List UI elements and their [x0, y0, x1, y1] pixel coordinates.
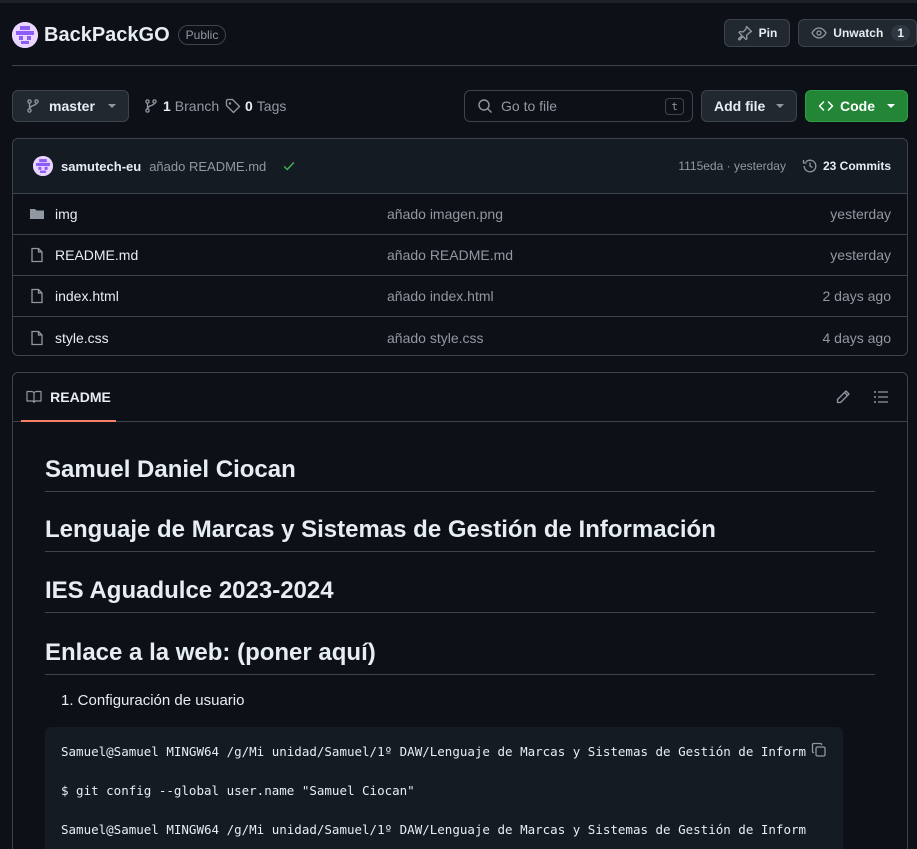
tags-link[interactable]: 0 Tags: [225, 90, 286, 122]
tag-count-label: Tags: [256, 98, 287, 114]
repo-name[interactable]: BackPackGO: [44, 24, 170, 47]
go-to-file-placeholder: Go to file: [501, 98, 558, 114]
chevron-down-icon: [776, 104, 784, 108]
git-branch-icon: [145, 99, 157, 113]
commit-author[interactable]: samutech-eu: [61, 159, 141, 174]
unwatch-button[interactable]: Unwatch 1: [798, 19, 917, 47]
commit-meta: 1115eda · yesterday 23 Commits: [678, 158, 891, 174]
pencil-icon[interactable]: [835, 389, 851, 405]
readme-tab-label: README: [50, 388, 111, 405]
pin-label: Pin: [758, 26, 778, 40]
code-block: Samuel@Samuel MINGW64 /g/Mi unidad/Samue…: [45, 727, 843, 849]
file-date: 4 days ago: [822, 329, 892, 346]
file-name[interactable]: index.html: [55, 288, 387, 304]
pin-icon: [737, 25, 752, 41]
chevron-down-icon: [108, 104, 116, 108]
book-icon: [26, 390, 42, 403]
readme-heading: Samuel Daniel Ciocan: [45, 456, 875, 492]
commits-link[interactable]: 23 Commits: [802, 158, 891, 174]
tab-readme[interactable]: README: [21, 373, 116, 422]
check-icon[interactable]: [282, 159, 296, 173]
header-divider: [12, 65, 917, 66]
file-row[interactable]: img añado imagen.png yesterday: [13, 194, 907, 235]
readme-panel: README Samuel Daniel Ciocan Lenguaje de …: [12, 372, 908, 849]
tag-icon: [225, 98, 241, 114]
file-table: samutech-eu añado README.md 1115eda · ye…: [12, 138, 908, 356]
file-row[interactable]: index.html añado index.html 2 days ago: [13, 276, 907, 317]
keyboard-shortcut-hint: t: [665, 97, 684, 115]
code-line: Samuel@Samuel MINGW64 /g/Mi unidad/Samue…: [61, 822, 807, 837]
readme-content: Samuel Daniel Ciocan Lenguaje de Marcas …: [13, 456, 907, 709]
outline-list-icon[interactable]: [873, 389, 889, 405]
watch-counter: 1: [891, 25, 910, 41]
file-date: 2 days ago: [822, 288, 892, 304]
commits-count-label: 23 Commits: [822, 159, 891, 173]
code-line: Samuel@Samuel MINGW64 /g/Mi unidad/Samue…: [61, 744, 807, 759]
file-commit-message[interactable]: añado style.css: [387, 330, 823, 346]
file-icon: [29, 330, 45, 346]
repo-header: BackPackGO Public Pin Unwatch 1: [12, 18, 917, 52]
file-icon: [29, 247, 45, 263]
file-commit-message[interactable]: añado index.html: [387, 288, 823, 304]
header-actions: Pin Unwatch 1: [723, 19, 917, 47]
branches-link[interactable]: 1 Branch: [143, 90, 219, 122]
chevron-down-icon: [887, 104, 895, 108]
branch-name: master: [49, 98, 95, 114]
readme-heading: Enlace a la web: (poner aquí): [45, 639, 875, 675]
code-line: $ git config --global user.name "Samuel …: [61, 783, 415, 798]
search-icon: [478, 99, 492, 113]
commit-hash-time[interactable]: 1115eda · yesterday: [678, 159, 786, 173]
add-file-label: Add file: [714, 98, 766, 114]
go-to-file-input[interactable]: Go to file t: [464, 90, 693, 122]
git-branch-icon: [27, 99, 39, 113]
file-row[interactable]: README.md añado README.md yesterday: [13, 235, 907, 276]
branch-select-button[interactable]: master: [12, 90, 129, 122]
visibility-badge: Public: [177, 25, 227, 45]
readme-header: README: [13, 373, 907, 422]
add-file-button[interactable]: Add file: [701, 90, 797, 122]
ordered-list-item: 1. Configuración de usuario: [61, 692, 245, 709]
file-commit-message[interactable]: añado README.md: [387, 247, 830, 263]
branch-count: 1: [163, 98, 171, 114]
code-icon: [818, 101, 834, 111]
commit-message[interactable]: añado README.md: [149, 159, 266, 174]
repo-toolbar: master 1 Branch 0 Tags Go to file t Add …: [12, 90, 908, 122]
unwatch-label: Unwatch: [833, 26, 884, 40]
file-commit-message[interactable]: añado imagen.png: [387, 206, 830, 222]
history-icon: [802, 159, 817, 173]
file-name[interactable]: style.css: [55, 330, 387, 346]
readme-actions: [835, 389, 889, 405]
copy-icon[interactable]: [809, 740, 829, 760]
tag-count: 0: [245, 98, 253, 114]
file-name[interactable]: img: [55, 206, 387, 222]
author-avatar[interactable]: [33, 156, 53, 176]
readme-heading: IES Aguadulce 2023-2024: [45, 577, 875, 613]
code-label: Code: [840, 98, 875, 114]
branch-count-label: Branch: [174, 98, 220, 114]
latest-commit-bar: samutech-eu añado README.md 1115eda · ye…: [13, 139, 907, 194]
file-name[interactable]: README.md: [55, 247, 387, 263]
folder-icon: [29, 206, 45, 222]
eye-icon: [811, 27, 828, 39]
readme-heading: Lenguaje de Marcas y Sistemas de Gestión…: [45, 516, 875, 552]
file-date: yesterday: [830, 247, 891, 263]
file-icon: [29, 288, 45, 304]
file-date: yesterday: [830, 206, 891, 222]
repo-avatar[interactable]: [12, 22, 38, 48]
window-top-edge: [0, 0, 917, 3]
pin-button[interactable]: Pin: [723, 19, 791, 47]
file-row[interactable]: style.css añado style.css 4 days ago: [13, 317, 907, 355]
code-button[interactable]: Code: [805, 90, 908, 122]
